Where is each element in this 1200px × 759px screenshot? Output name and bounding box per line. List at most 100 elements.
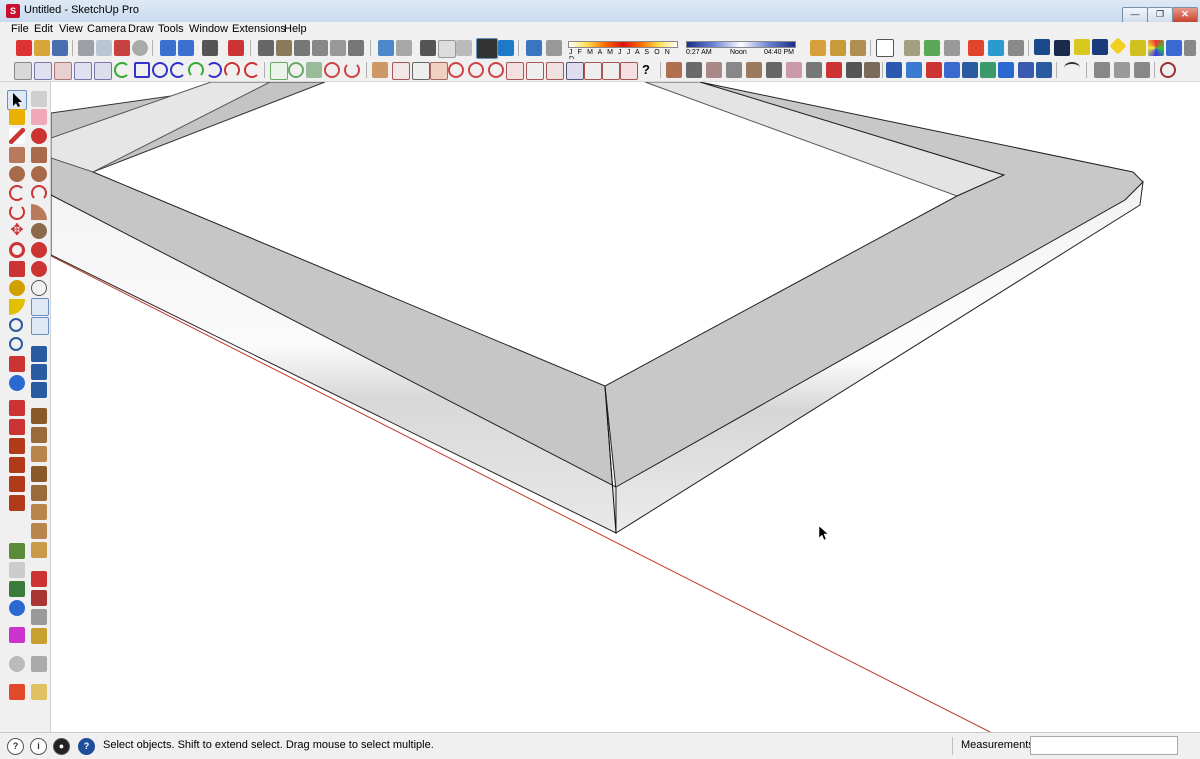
- shaded-textures-icon[interactable]: [476, 38, 498, 59]
- smoove-icon[interactable]: [9, 476, 25, 492]
- sandbox-contours-icon[interactable]: [9, 457, 25, 473]
- zoom-icon[interactable]: [9, 318, 23, 332]
- beam-icon[interactable]: [786, 62, 802, 78]
- flip-icon[interactable]: [926, 62, 942, 78]
- photo-match-icon[interactable]: [1092, 39, 1108, 55]
- section-cut-icon[interactable]: [31, 542, 47, 558]
- window-tool-icon[interactable]: [746, 62, 762, 78]
- rotate-tool-icon[interactable]: [9, 242, 25, 258]
- component-icon[interactable]: [810, 40, 826, 56]
- menu-window[interactable]: Window: [189, 23, 228, 35]
- xray-icon[interactable]: [378, 40, 394, 56]
- paint-bucket-icon[interactable]: [9, 109, 25, 125]
- add-detail-icon[interactable]: [31, 504, 47, 520]
- protractor-icon[interactable]: [412, 62, 430, 80]
- shadow-month-slider[interactable]: J F M A M J J A S O N D: [566, 41, 678, 63]
- axes-icon[interactable]: [546, 62, 564, 80]
- undo-icon[interactable]: [160, 40, 176, 56]
- outliner-icon[interactable]: [850, 40, 866, 56]
- notes-icon[interactable]: [31, 684, 47, 700]
- follow-me-icon[interactable]: [31, 242, 47, 258]
- user-account-icon[interactable]: ●: [53, 738, 70, 755]
- menu-tools[interactable]: Tools: [158, 23, 184, 35]
- extension-warehouse-icon[interactable]: [988, 40, 1004, 56]
- solid-subtract-icon[interactable]: [31, 427, 47, 443]
- wireframe-icon[interactable]: [420, 40, 436, 56]
- warehouse-icon[interactable]: [944, 40, 960, 56]
- iso-view-icon[interactable]: [258, 40, 274, 56]
- monochrome-icon[interactable]: [498, 40, 514, 56]
- plugins-icon[interactable]: [31, 656, 47, 672]
- roof-icon[interactable]: [666, 62, 682, 78]
- top-view-icon[interactable]: [276, 40, 292, 56]
- solid-intersect-icon[interactable]: [9, 419, 25, 435]
- shadow-time-slider[interactable]: 0:27 AM Noon 04:40 PM: [684, 41, 796, 59]
- select-arrow-icon[interactable]: [7, 90, 27, 110]
- dynamic-component-icon[interactable]: [1074, 39, 1090, 55]
- solid-outer-shell-icon[interactable]: [31, 408, 47, 424]
- look-around-icon[interactable]: [31, 317, 49, 335]
- toggle-terrain-icon[interactable]: [9, 562, 25, 578]
- colorize-icon[interactable]: [1148, 40, 1164, 56]
- measurements-input[interactable]: [1030, 736, 1178, 755]
- freehand-icon[interactable]: [14, 62, 32, 80]
- curve-tool-icon[interactable]: [1064, 62, 1080, 74]
- get-models-icon[interactable]: [31, 571, 47, 587]
- walk-icon[interactable]: [31, 364, 47, 380]
- soften-icon[interactable]: [1094, 62, 1110, 78]
- arc-icon[interactable]: [114, 62, 130, 78]
- circle-icon[interactable]: [152, 62, 168, 78]
- offset-icon[interactable]: [306, 62, 322, 78]
- door-icon[interactable]: [766, 62, 782, 78]
- zoom-extents-icon[interactable]: [9, 356, 25, 372]
- pie-icon[interactable]: [31, 204, 47, 220]
- colors-icon[interactable]: [31, 628, 47, 644]
- move-tool-icon[interactable]: ✥: [9, 223, 25, 239]
- nurbs-icon[interactable]: [94, 62, 112, 80]
- weld-icon[interactable]: [270, 62, 288, 80]
- menu-edit[interactable]: Edit: [34, 23, 53, 35]
- drop-icon[interactable]: [1036, 62, 1052, 78]
- section-plane-icon[interactable]: [876, 39, 894, 57]
- cut-icon[interactable]: [78, 40, 94, 56]
- eraser-icon[interactable]: [31, 109, 47, 125]
- mirror-icon[interactable]: [944, 62, 960, 78]
- bezier-icon[interactable]: [34, 62, 52, 80]
- arc-4-icon[interactable]: [224, 62, 240, 78]
- print-icon[interactable]: [202, 40, 218, 56]
- copy-icon[interactable]: [96, 40, 112, 56]
- align-icon[interactable]: [886, 62, 902, 78]
- cross-icon[interactable]: [620, 62, 638, 80]
- twist-icon[interactable]: [998, 62, 1014, 78]
- texture-icon[interactable]: [1166, 40, 1182, 56]
- section-fill-icon[interactable]: [566, 62, 584, 80]
- layout-icon[interactable]: [1034, 39, 1050, 55]
- grid-icon[interactable]: [506, 62, 524, 80]
- no-entry-2-icon[interactable]: [468, 62, 484, 78]
- no-entry-icon[interactable]: [448, 62, 464, 78]
- tape-measure-icon[interactable]: [1109, 37, 1127, 55]
- right-view-icon[interactable]: [312, 40, 328, 56]
- pipe-icon[interactable]: [826, 62, 842, 78]
- close-button[interactable]: ✕: [1172, 7, 1198, 23]
- redo-icon[interactable]: [178, 40, 194, 56]
- hidden-line-icon[interactable]: [438, 40, 456, 58]
- pan-icon[interactable]: [31, 298, 49, 316]
- target-icon[interactable]: [1160, 62, 1176, 78]
- atom-icon[interactable]: [9, 656, 25, 672]
- menu-draw[interactable]: Draw: [128, 23, 154, 35]
- front-view-icon[interactable]: [294, 40, 310, 56]
- menu-extensions[interactable]: Extensions: [232, 23, 286, 35]
- section-tool-icon[interactable]: [31, 346, 47, 362]
- minimize-button[interactable]: —: [1122, 7, 1148, 23]
- dimension-icon[interactable]: [372, 62, 388, 78]
- menu-help[interactable]: Help: [284, 23, 307, 35]
- hatch-icon[interactable]: [846, 62, 862, 78]
- circle-red-icon[interactable]: [324, 62, 340, 78]
- measure-icon[interactable]: [430, 62, 448, 80]
- model-viewport[interactable]: [51, 82, 1200, 732]
- rectangle-tool-icon[interactable]: [9, 147, 25, 163]
- push-pull-icon[interactable]: [31, 223, 47, 239]
- position-camera-icon[interactable]: [9, 375, 25, 391]
- geolocation-icon[interactable]: [1130, 40, 1146, 56]
